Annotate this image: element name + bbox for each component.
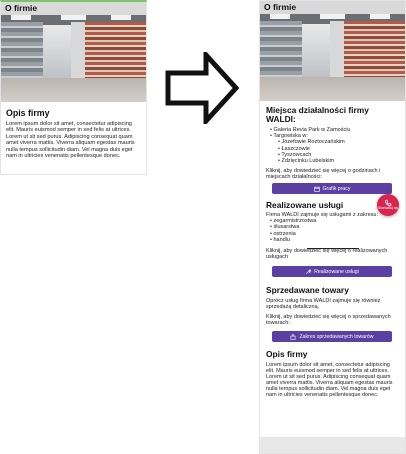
goods-button[interactable]: Zakres sprzedawanych towarów: [272, 331, 392, 343]
goods-note: Kliknij, aby dowiedzieć się więcej o spr…: [266, 314, 391, 327]
contact-fab-button[interactable]: Skontaktuj się: [377, 194, 399, 216]
calendar-icon: [313, 186, 320, 192]
shopping-bag-icon: [291, 333, 296, 340]
services-note: Kliknij, aby dowiedzieć się więcej o rea…: [266, 248, 388, 261]
list-item: Targowiska w: Józefowie Roztoczańskim Ła…: [270, 133, 405, 164]
page-header: O firmie: [260, 1, 405, 14]
page-header: O firmie: [1, 2, 146, 15]
list-item: handlu: [270, 237, 405, 243]
goods-intro: Oprócz usług firma WALDI zajmuje się rów…: [266, 298, 381, 311]
section-title-opis: Opis firmy: [266, 349, 308, 360]
opis-text: Lorem ipsum dolor sit amet, consectetur …: [6, 121, 135, 160]
before-screen: O firmie Opis firmy Lorem ipsum dolor si…: [0, 0, 147, 175]
arrow-right-icon: [165, 52, 239, 124]
schedule-button-label: Grafik pracy: [322, 185, 351, 192]
divider: [307, 248, 359, 249]
fab-label: Skontaktuj się: [378, 206, 398, 211]
shop-photo: [1, 15, 146, 102]
schedule-button[interactable]: Grafik pracy: [272, 183, 392, 195]
list-item: Zdzięcinku Lubelskim: [278, 158, 405, 164]
services-button-label: Realizowane usługi: [314, 268, 359, 275]
section-title-opis: Opis firmy: [6, 108, 50, 118]
locations-note: Kliknij, aby dowiedzieć się więcej o god…: [266, 168, 381, 181]
services-button[interactable]: Realizowane usługi: [272, 266, 392, 278]
locations-list: Galeria Revia Park w Zamościu Targowiska…: [260, 127, 405, 164]
section-title-goods: Sprzedawane towary: [266, 285, 349, 296]
services-list: zegarmistrzostwa ślusarstwa ostrzenia ha…: [260, 218, 405, 243]
section-title-locations: Miejsca działalności firmy WALDI:: [266, 105, 369, 124]
goods-button-label: Zakres sprzedawanych towarów: [299, 333, 374, 340]
shop-photo: [260, 14, 405, 101]
after-screen: O firmie Miejsca działalności firmy WALD…: [259, 0, 406, 454]
opis-text: Lorem ipsum dolor sit amet, consectetur …: [266, 362, 393, 399]
bottom-bar: [260, 437, 405, 453]
wrench-icon: [306, 269, 312, 274]
